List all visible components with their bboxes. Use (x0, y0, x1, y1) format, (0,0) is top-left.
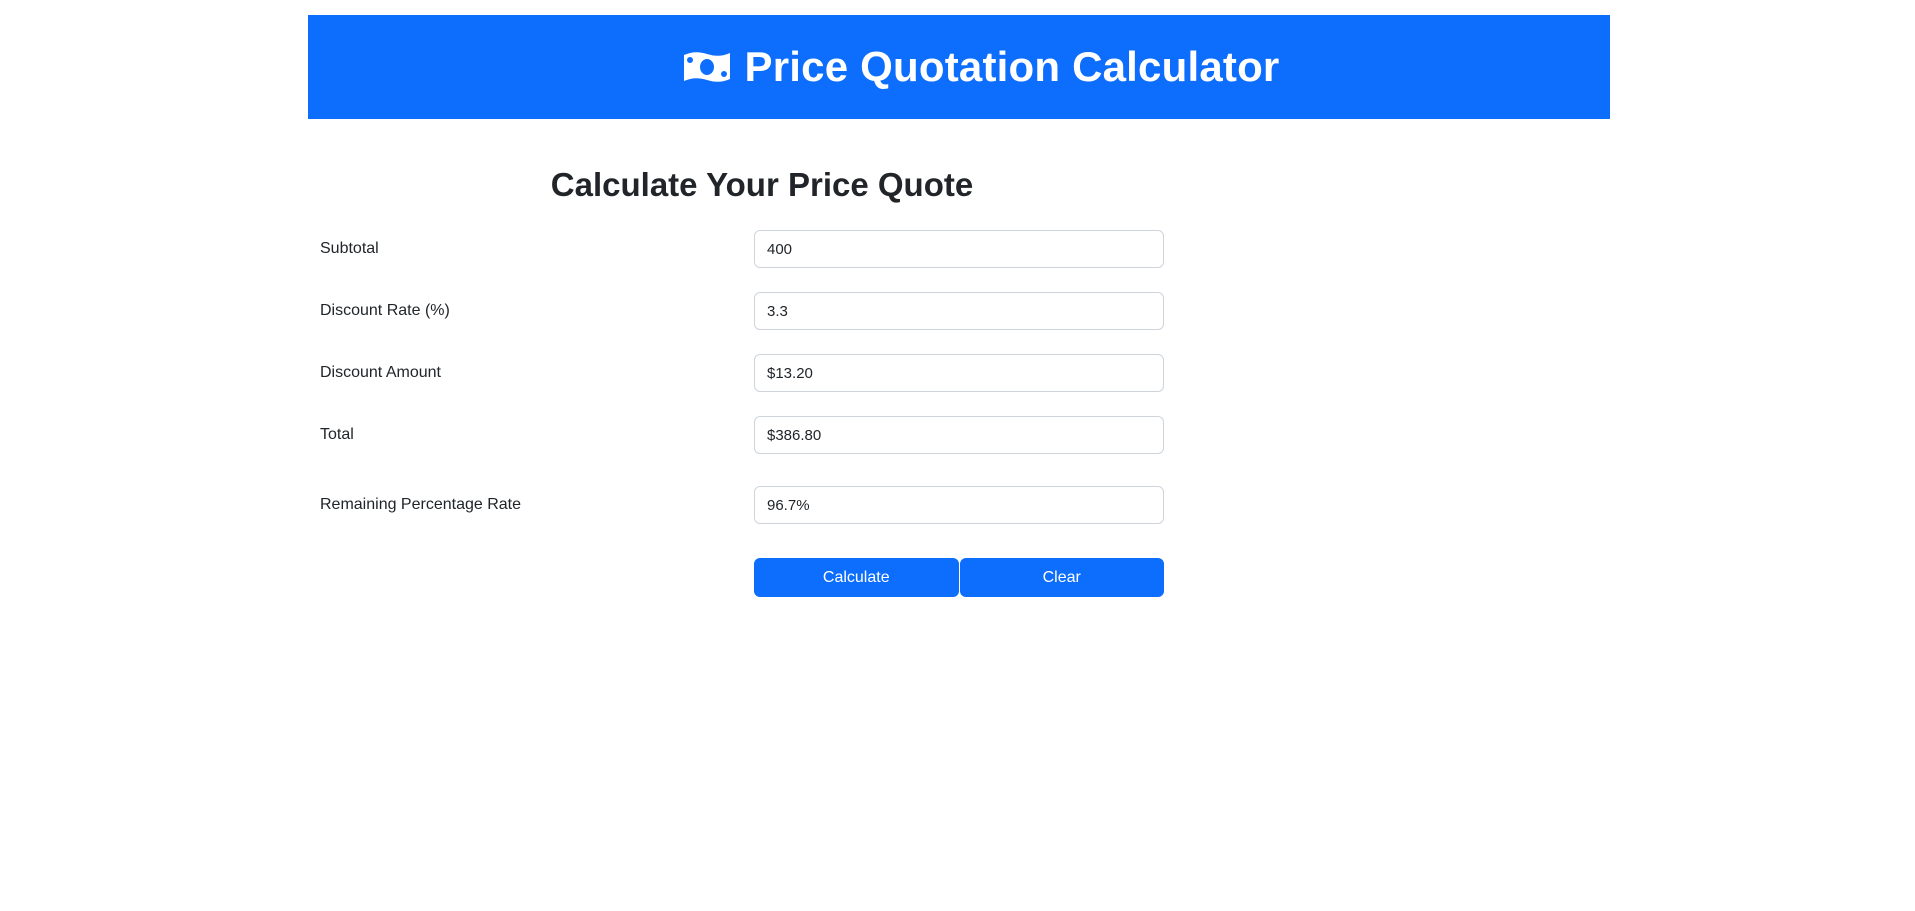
form-title: Calculate Your Price Quote (550, 166, 974, 203)
subtotal-row: Subtotal (320, 230, 1164, 268)
remaining-rate-label: Remaining Percentage Rate (320, 496, 522, 513)
total-input[interactable] (754, 416, 1164, 454)
app-header: Price Quotation Calculator (308, 15, 1610, 119)
discount-rate-label: Discount Rate (%) (320, 302, 450, 319)
discount-rate-input[interactable] (754, 292, 1164, 330)
header-content: Price Quotation Calculator (681, 43, 1280, 91)
discount-amount-label: Discount Amount (320, 364, 441, 381)
subtotal-label: Subtotal (320, 240, 379, 257)
discount-amount-row: Discount Amount (320, 354, 1164, 392)
remaining-rate-row: Remaining Percentage Rate (320, 486, 1164, 524)
calculate-button[interactable]: Calculate (754, 558, 959, 597)
clear-button[interactable]: Clear (959, 558, 1164, 597)
app-title: Price Quotation Calculator (744, 43, 1280, 90)
remaining-rate-input[interactable] (754, 486, 1164, 524)
form-buttons: Calculate Clear (754, 558, 1164, 597)
total-row: Total (320, 416, 1164, 454)
discount-amount-input[interactable] (754, 354, 1164, 392)
total-label: Total (320, 426, 354, 443)
money-bill-icon (681, 49, 733, 85)
subtotal-input[interactable] (754, 230, 1164, 268)
discount-rate-row: Discount Rate (%) (320, 292, 1164, 330)
